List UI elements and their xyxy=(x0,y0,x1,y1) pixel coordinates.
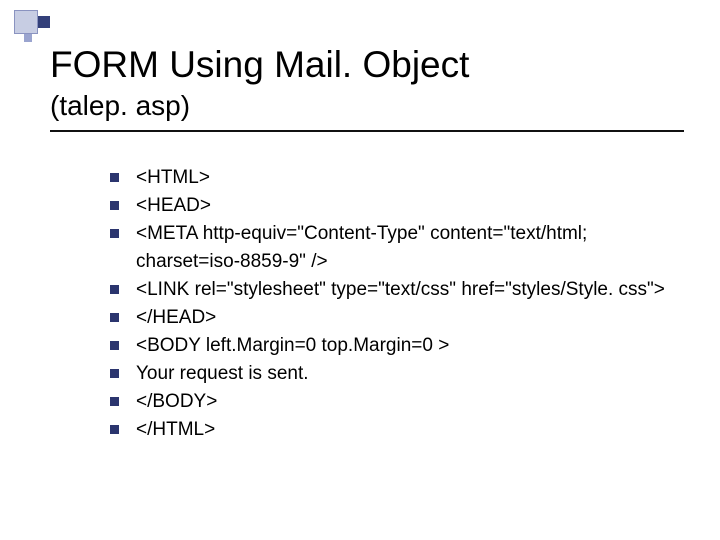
list-item: <HEAD> xyxy=(110,192,690,220)
bullet-list: <HTML> <HEAD> <META http-equiv="Content-… xyxy=(110,164,690,444)
list-item: <HTML> xyxy=(110,164,690,192)
list-item: <BODY left.Margin=0 top.Margin=0 > xyxy=(110,332,690,360)
list-item-text: Your request is sent. xyxy=(136,363,309,384)
list-item-text: <META http-equiv="Content-Type" content=… xyxy=(136,223,587,272)
list-item: </HTML> xyxy=(110,416,690,444)
slide-title: FORM Using Mail. Object xyxy=(50,44,469,86)
list-item-text: </HEAD> xyxy=(136,307,216,328)
list-item-text: </BODY> xyxy=(136,391,217,412)
square-icon xyxy=(24,34,32,42)
list-item-text: </HTML> xyxy=(136,419,215,440)
list-item-text: <BODY left.Margin=0 top.Margin=0 > xyxy=(136,335,449,356)
slide-subtitle: (talep. asp) xyxy=(50,90,190,122)
list-item: </HEAD> xyxy=(110,304,690,332)
corner-decoration xyxy=(14,10,64,48)
slide: FORM Using Mail. Object (talep. asp) <HT… xyxy=(0,0,720,540)
title-underline xyxy=(50,130,684,132)
square-icon xyxy=(38,16,50,28)
list-item-text: <HTML> xyxy=(136,167,210,188)
list-item-text: <HEAD> xyxy=(136,195,211,216)
list-item: <LINK rel="stylesheet" type="text/css" h… xyxy=(110,276,690,304)
list-item: </BODY> xyxy=(110,388,690,416)
list-item: <META http-equiv="Content-Type" content=… xyxy=(110,220,690,276)
list-item: Your request is sent. xyxy=(110,360,690,388)
square-icon xyxy=(14,10,38,34)
list-item-text: <LINK rel="stylesheet" type="text/css" h… xyxy=(136,279,665,300)
slide-body: <HTML> <HEAD> <META http-equiv="Content-… xyxy=(110,164,690,444)
